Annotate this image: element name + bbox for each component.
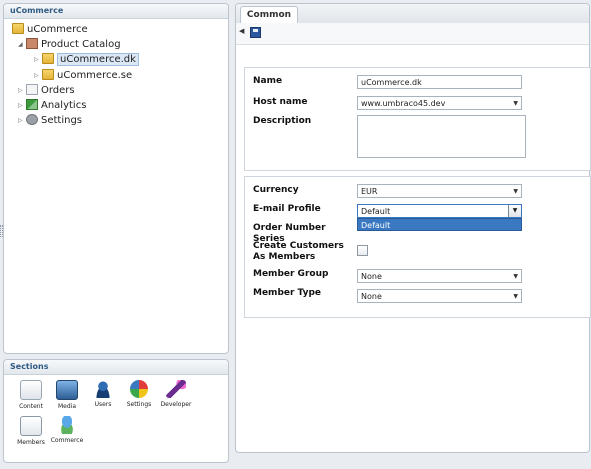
tree-item-label: Product Catalog: [41, 39, 121, 50]
tree-panel: uCommerce uCommerce ◢ Product Catalog ▷ uC…: [3, 3, 229, 354]
content-icon: [20, 380, 42, 400]
section-label: Users: [94, 401, 112, 408]
member-type-select[interactable]: None ▼: [357, 289, 522, 303]
settings-icon: [130, 380, 148, 398]
create-customers-checkbox[interactable]: [357, 245, 368, 256]
member-group-value: None: [361, 272, 382, 281]
section-users[interactable]: Users: [86, 380, 120, 408]
tree-item-product-catalog[interactable]: ◢ Product Catalog: [18, 37, 121, 52]
section-label: Commerce: [50, 437, 84, 444]
media-icon: [56, 380, 78, 400]
member-type-value: None: [361, 292, 382, 301]
members-icon: [20, 416, 42, 436]
commerce-icon: [57, 416, 77, 434]
general-properties-box: Name uCommerce.dk Host name www.umbraco4…: [244, 67, 591, 171]
currency-value: EUR: [361, 187, 378, 196]
section-label: Media: [57, 403, 77, 410]
host-name-select[interactable]: www.umbraco45.dev ▼: [357, 96, 522, 110]
currency-select[interactable]: EUR ▼: [357, 184, 522, 198]
back-arrow-icon[interactable]: ◀: [239, 27, 244, 35]
folder-icon: [12, 22, 24, 34]
section-settings[interactable]: Settings: [122, 380, 156, 408]
tree-item-label: Settings: [41, 115, 83, 126]
store-folder-icon: [42, 52, 54, 64]
splitter-handle[interactable]: [0, 225, 3, 237]
section-label: Developer: [160, 401, 192, 408]
tree-item-label: Analytics: [41, 100, 87, 111]
store-folder-icon: [42, 68, 54, 80]
tree-item-ucommerce-dk[interactable]: ▷ uCommerce.dk: [34, 52, 139, 67]
tree-item-ucommerce-se[interactable]: ▷ uCommerce.se: [34, 68, 132, 83]
tree-item-label: uCommerce.se: [57, 70, 133, 81]
email-profile-value: Default: [361, 207, 391, 216]
dropdown-arrow-icon: ▼: [513, 273, 518, 280]
dropdown-arrow-icon[interactable]: ▼: [508, 205, 521, 217]
section-commerce[interactable]: Commerce: [50, 416, 84, 444]
description-textarea[interactable]: [357, 115, 526, 158]
save-icon[interactable]: [250, 27, 261, 38]
create-customers-label: Create Customers As Members: [253, 241, 344, 262]
section-content[interactable]: Content: [14, 380, 48, 410]
tree-item-analytics[interactable]: ▷ Analytics: [18, 98, 86, 113]
email-profile-select[interactable]: Default ▼: [357, 204, 522, 218]
collapsed-arrow-icon[interactable]: ▷: [18, 113, 26, 128]
sections-title: Sections: [4, 360, 228, 375]
store-settings-box: Currency EUR ▼ E-mail Profile Default ▼ …: [244, 176, 591, 318]
email-profile-option[interactable]: Default: [357, 218, 522, 231]
sections-panel: Sections Content Media Users Settings De…: [3, 359, 229, 463]
catalog-icon: [26, 37, 38, 49]
content-panel: Common ◀ Name uCommerce.dk Host name www…: [235, 3, 591, 453]
developer-icon: [166, 380, 186, 398]
section-label: Members: [17, 439, 45, 446]
email-profile-label: E-mail Profile: [253, 204, 321, 214]
expanded-arrow-icon[interactable]: ◢: [18, 37, 26, 52]
description-label: Description: [253, 116, 312, 126]
tree-item-label: uCommerce.dk: [57, 53, 139, 66]
section-label: Content: [19, 403, 43, 410]
collapsed-arrow-icon[interactable]: ▷: [34, 52, 42, 67]
host-name-value: www.umbraco45.dev: [361, 99, 446, 108]
section-members[interactable]: Members: [14, 416, 48, 446]
member-group-select[interactable]: None ▼: [357, 269, 522, 283]
collapsed-arrow-icon[interactable]: ▷: [34, 68, 42, 83]
tree-item-ucommerce[interactable]: uCommerce: [12, 22, 88, 37]
collapsed-arrow-icon[interactable]: ▷: [18, 98, 26, 113]
tree-item-orders[interactable]: ▷ Orders: [18, 83, 75, 98]
analytics-icon: [26, 98, 38, 110]
save-icon-label-area: [253, 29, 258, 32]
tab-common[interactable]: Common: [240, 6, 298, 23]
name-input[interactable]: uCommerce.dk: [357, 75, 522, 89]
member-group-label: Member Group: [253, 269, 329, 279]
tree-item-settings[interactable]: ▷ Settings: [18, 113, 82, 128]
host-name-label: Host name: [253, 97, 308, 107]
dropdown-arrow-icon: ▼: [513, 293, 518, 300]
section-media[interactable]: Media: [50, 380, 84, 410]
dropdown-arrow-icon: ▼: [513, 188, 518, 195]
collapsed-arrow-icon[interactable]: ▷: [18, 83, 26, 98]
currency-label: Currency: [253, 185, 299, 195]
tree-item-label: uCommerce: [27, 24, 88, 35]
tree-item-label: Orders: [41, 85, 75, 96]
section-developer[interactable]: Developer: [159, 380, 193, 408]
orders-icon: [26, 83, 38, 95]
tree-panel-title: uCommerce: [4, 4, 228, 19]
member-type-label: Member Type: [253, 288, 322, 298]
toolbar: ◀: [236, 23, 589, 45]
name-label: Name: [253, 76, 283, 86]
users-icon: [93, 380, 113, 398]
section-label: Settings: [126, 401, 152, 408]
dropdown-arrow-icon: ▼: [513, 100, 518, 107]
gear-icon: [26, 113, 38, 125]
